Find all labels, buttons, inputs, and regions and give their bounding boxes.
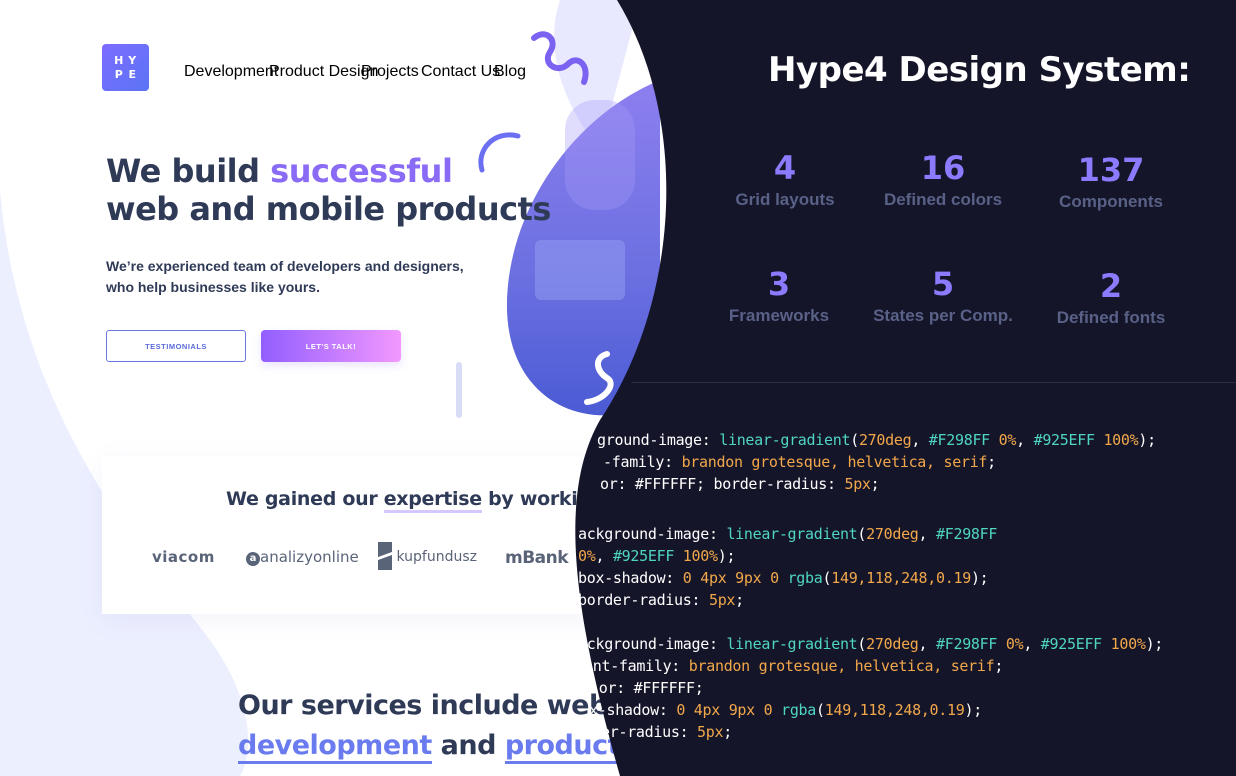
code-token: ;: [735, 591, 744, 609]
stat-defined-fonts: 2 Defined fonts: [1021, 268, 1201, 328]
code-token: er-radius:: [601, 723, 698, 741]
code-line: ground-image: linear-gradient(270deg, #F…: [597, 429, 1156, 451]
code-token: #F298FF: [936, 635, 998, 653]
code-token: 0%: [997, 635, 1024, 653]
code-token: #F298FF: [928, 431, 990, 449]
code-token: ,: [918, 525, 936, 543]
stat-grid-layouts: 4 Grid layouts: [695, 150, 875, 210]
stat-number: 5: [931, 265, 955, 303]
code-token: 100%: [1094, 431, 1139, 449]
panel-divider: [632, 382, 1236, 383]
code-token: 5px: [697, 723, 724, 741]
code-token: rgba: [787, 569, 823, 587]
stat-number: 137: [1077, 151, 1145, 189]
code-token: );: [1145, 635, 1164, 653]
code-token: 0%: [578, 547, 596, 565]
code-token: 0 4px 9px 0: [682, 569, 788, 587]
stat-states-per-comp: 5 States per Comp.: [853, 266, 1033, 326]
code-token: ,: [911, 431, 929, 449]
code-token: (: [850, 431, 859, 449]
code-token: 0%: [989, 431, 1017, 449]
code-token: );: [717, 547, 736, 565]
code-line: x-shadow: 0 4px 9px 0 rgba(149,118,248,0…: [589, 699, 982, 721]
code-token: -family:: [603, 453, 682, 471]
code-line: ackground-image: linear-gradient(270deg,…: [578, 523, 997, 545]
code-line: border-radius: 5px;: [578, 589, 744, 611]
code-token: 270deg: [866, 525, 919, 543]
code-token: ;: [723, 723, 732, 741]
stat-components: 137 Components: [1021, 152, 1201, 212]
code-token: );: [970, 569, 989, 587]
code-token: box-shadow:: [578, 569, 683, 587]
code-token: 100%: [1101, 635, 1146, 653]
code-token: 270deg: [866, 635, 919, 653]
code-token: linear-gradient: [726, 525, 858, 543]
code-token: );: [964, 701, 982, 719]
stat-number: 2: [1099, 267, 1123, 305]
code-token: #925EFF: [1040, 635, 1102, 653]
code-line: -family: brandon grotesque, helvetica, s…: [603, 451, 996, 473]
code-token: 0 4px 9px 0: [676, 701, 782, 719]
design-system-panel: Hype4 Design System: 4 Grid layouts 16 D…: [0, 0, 1236, 776]
stat-label: Components: [1059, 192, 1163, 211]
stat-number: 4: [773, 149, 797, 187]
code-token: linear-gradient: [726, 635, 858, 653]
code-token: 100%: [674, 547, 718, 565]
code-line: lor: #FFFFFF;: [590, 677, 704, 699]
code-token: ont-family:: [584, 657, 689, 675]
code-line: 0%, #925EFF 100%);: [578, 545, 735, 567]
code-token: (: [857, 525, 867, 543]
stat-label: Grid layouts: [735, 190, 835, 209]
code-token: 149,118,248,0.19: [824, 701, 965, 719]
code-token: or: #FFFFFF; border-radius:: [600, 475, 845, 493]
code-token: rgba: [781, 701, 817, 719]
code-token: ;: [987, 453, 996, 471]
code-token: ackground-image:: [578, 635, 727, 653]
stat-number: 16: [920, 149, 966, 187]
code-token: ackground-image:: [578, 525, 727, 543]
code-token: ,: [1023, 635, 1041, 653]
code-token: (: [822, 569, 832, 587]
code-token: lor: #FFFFFF;: [590, 679, 704, 697]
code-token: 270deg: [858, 431, 912, 449]
code-token: #F298FF: [936, 525, 998, 543]
code-token: border-radius:: [578, 591, 709, 609]
stat-label: Frameworks: [728, 306, 830, 325]
code-token: ,: [595, 547, 613, 565]
stat-defined-colors: 16 Defined colors: [853, 150, 1033, 210]
code-token: ;: [870, 475, 880, 493]
code-token: #925EFF: [1033, 431, 1095, 449]
code-token: (: [816, 701, 825, 719]
code-line: ackground-image: linear-gradient(270deg,…: [578, 633, 1163, 655]
code-token: linear-gradient: [719, 431, 851, 449]
code-line: or: #FFFFFF; border-radius: 5px;: [600, 473, 880, 495]
code-line: box-shadow: 0 4px 9px 0 rgba(149,118,248…: [578, 567, 989, 589]
code-token: ;: [994, 657, 1004, 675]
code-token: 5px: [708, 591, 736, 609]
stat-label: Defined fonts: [1056, 308, 1166, 327]
stat-label: Defined colors: [883, 190, 1003, 209]
code-token: ground-image:: [597, 431, 720, 449]
stat-frameworks: 3 Frameworks: [689, 266, 869, 326]
code-token: #925EFF: [612, 547, 675, 565]
code-token: x-shadow:: [589, 701, 677, 719]
code-token: brandon grotesque, helvetica, serif: [688, 657, 995, 675]
code-line: er-radius: 5px;: [601, 721, 732, 743]
stat-label: States per Comp.: [873, 306, 1013, 325]
code-token: 5px: [844, 475, 871, 493]
code-token: ,: [918, 635, 936, 653]
code-token: (: [857, 635, 867, 653]
code-token: brandon grotesque, helvetica, serif: [681, 453, 988, 471]
code-token: ,: [1016, 431, 1034, 449]
code-token: 149,118,248,0.19: [831, 569, 971, 587]
code-line: ont-family: brandon grotesque, helvetica…: [584, 655, 1003, 677]
stat-number: 3: [767, 265, 791, 303]
code-token: );: [1138, 431, 1156, 449]
design-system-title: Hype4 Design System:: [768, 50, 1191, 90]
